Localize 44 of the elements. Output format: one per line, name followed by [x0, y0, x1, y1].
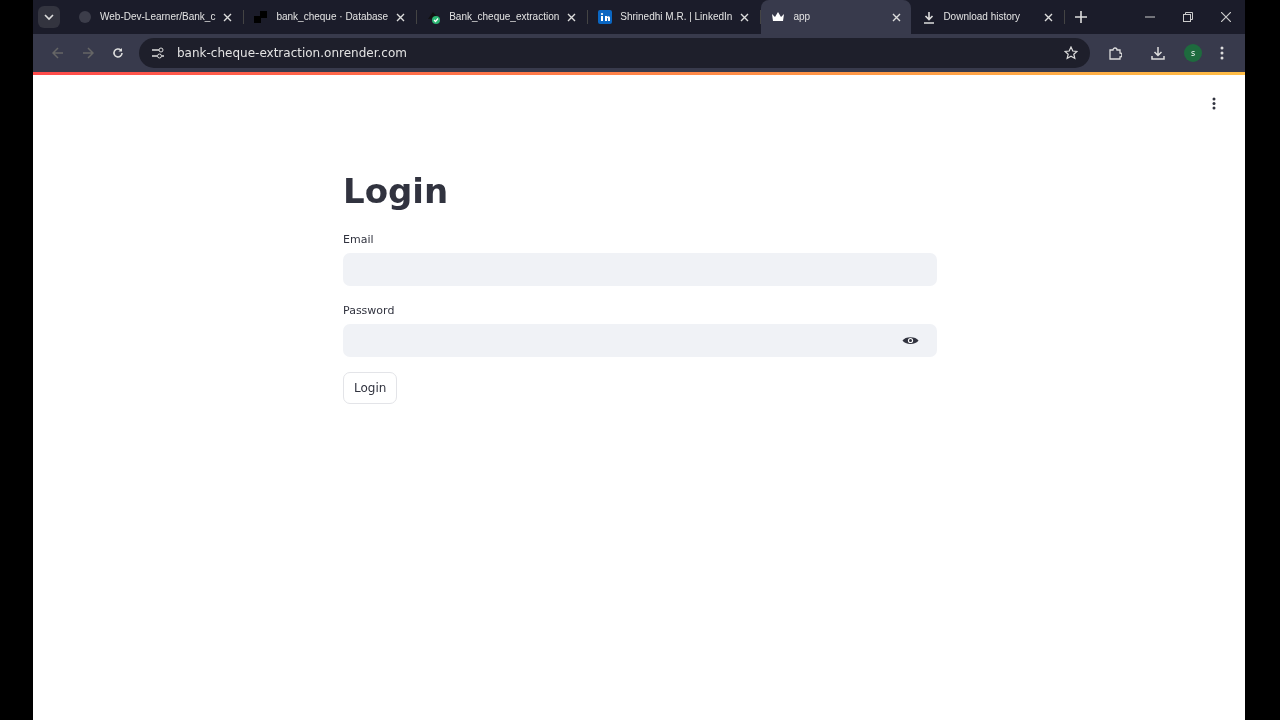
field-label: Email	[343, 233, 375, 246]
browser-tab[interactable]: Shrinedhi M.R. | LinkedIn	[588, 0, 760, 34]
puzzle-piece-icon[interactable]	[1108, 46, 1122, 60]
close-icon[interactable]	[740, 12, 750, 22]
browser-tab[interactable]: Download history	[913, 0, 1064, 34]
field-label: Password	[343, 304, 396, 317]
profile-avatar[interactable]: s	[1184, 44, 1202, 62]
login-button[interactable]: Login	[343, 372, 398, 404]
tab-title: bank_cheque · Database	[276, 10, 389, 24]
download-icon	[923, 10, 936, 24]
tab-title: Shrinedhi M.R. | LinkedIn	[620, 10, 733, 24]
more-vertical-icon[interactable]	[1212, 97, 1216, 110]
tab-title: Download history	[943, 10, 1022, 24]
crown-icon	[771, 11, 786, 23]
eye-icon[interactable]	[902, 335, 919, 346]
close-icon[interactable]	[567, 12, 577, 22]
password-field[interactable]	[343, 324, 937, 357]
url-text: bank-cheque-extraction.onrender.com	[177, 46, 407, 60]
browser-tab[interactable]: app	[761, 0, 912, 34]
browser-tab[interactable]: Web-Dev-Learner/Bank_c	[68, 0, 243, 34]
restore-icon[interactable]	[1183, 12, 1193, 22]
tab-title: Web-Dev-Learner/Bank_c	[100, 10, 216, 24]
tab-title: Bank_cheque_extraction	[449, 10, 560, 24]
close-icon[interactable]	[1044, 12, 1054, 22]
page-title: Login	[343, 171, 450, 211]
close-icon[interactable]	[892, 12, 902, 22]
blocks-icon	[254, 10, 269, 24]
tab-title: app	[793, 10, 812, 24]
new-tab-icon[interactable]	[1075, 11, 1088, 23]
reload-icon[interactable]	[112, 47, 124, 59]
more-vertical-icon[interactable]	[1220, 46, 1224, 60]
close-icon[interactable]	[1221, 12, 1231, 22]
star-icon[interactable]	[1064, 46, 1078, 60]
browser-tab[interactable]: Bank_cheque_extraction	[417, 0, 587, 34]
site-settings-icon[interactable]	[151, 47, 165, 59]
close-icon[interactable]	[396, 12, 406, 22]
check-badge-icon	[427, 10, 442, 24]
tab-search-button[interactable]	[38, 6, 60, 28]
close-icon[interactable]	[223, 12, 233, 22]
download-icon[interactable]	[1151, 46, 1165, 60]
chevron-down-icon	[44, 13, 54, 21]
browser-tab[interactable]: bank_cheque · Database	[244, 0, 416, 34]
social-logo-icon	[598, 10, 613, 24]
address-bar[interactable]: bank-cheque-extraction.onrender.com	[139, 38, 1090, 68]
